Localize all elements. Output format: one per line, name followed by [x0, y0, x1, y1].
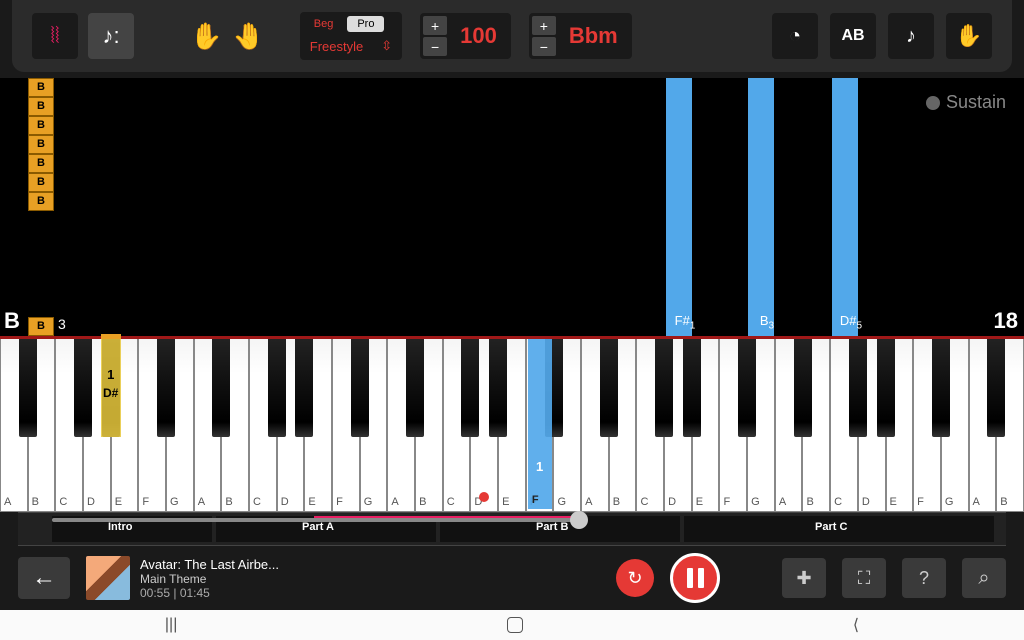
bottom-bar: ← Avatar: The Last Airbe... Main Theme 0… [0, 546, 1024, 610]
bass-note: B [28, 192, 54, 211]
add-button[interactable]: ✚ [782, 558, 826, 598]
falling-note [832, 78, 858, 336]
song-title: Avatar: The Last Airbe... [140, 557, 279, 572]
fullscreen-button[interactable]: ⛶ [842, 558, 886, 598]
pressed-key-blue: 1F [528, 339, 552, 509]
falling-note [666, 78, 692, 336]
sustain-indicator[interactable]: Sustain [926, 92, 1006, 113]
black-key[interactable] [655, 339, 673, 437]
bass-note-stack: BBBBBBBB [28, 78, 54, 336]
pause-button[interactable] [670, 553, 720, 603]
mode-beg[interactable]: Beg [304, 16, 344, 32]
key-minus[interactable]: − [532, 37, 556, 56]
touch-icon[interactable]: ✋ [946, 13, 992, 59]
falling-note [748, 78, 774, 336]
black-key[interactable] [461, 339, 479, 437]
black-key[interactable] [849, 339, 867, 437]
tempo-value: 100 [448, 23, 509, 49]
measure-right: 18 [994, 308, 1018, 334]
black-key[interactable] [489, 339, 507, 437]
nav-recents-icon[interactable]: ||| [165, 616, 177, 634]
falling-note-label: B3 [744, 313, 790, 332]
timeline-section-label: Part B [536, 521, 568, 533]
album-art [86, 556, 130, 600]
nav-home-icon[interactable] [507, 617, 523, 633]
bass-note: B [28, 116, 54, 135]
metronome-icon[interactable]: ◔ [772, 13, 818, 59]
bass-finger-num: 3 [58, 316, 66, 332]
note-style-icon[interactable]: ♪ [888, 13, 934, 59]
help-button[interactable]: ? [902, 558, 946, 598]
timeline-knob[interactable] [570, 511, 588, 529]
key-value: Bbm [557, 23, 630, 49]
bass-note: B [28, 317, 54, 336]
bass-note: B [28, 173, 54, 192]
black-key[interactable] [351, 339, 369, 437]
tempo-plus[interactable]: + [423, 16, 447, 35]
black-key[interactable] [738, 339, 756, 437]
bass-note: B [28, 78, 54, 97]
right-hand-icon[interactable]: ✋ [232, 21, 264, 52]
falling-note-label: D#5 [828, 313, 874, 332]
bass-note: B [28, 97, 54, 116]
measure-left: B [4, 308, 20, 334]
bass-note: B [28, 154, 54, 173]
black-key[interactable] [406, 339, 424, 437]
black-key[interactable] [932, 339, 950, 437]
black-key[interactable] [683, 339, 701, 437]
restart-button[interactable]: ↻ [616, 559, 654, 597]
style-select[interactable]: Freestyle⇳ [304, 36, 398, 56]
song-time: 00:55 | 01:45 [140, 586, 279, 600]
top-toolbar: ⦚⦚ ♪: ✋ ✋ Beg Pro Freestyle⇳ + − 100 + −… [12, 0, 1012, 72]
black-key[interactable] [157, 339, 175, 437]
bass-note: B [28, 135, 54, 154]
black-key[interactable] [987, 339, 1005, 437]
song-subtitle: Main Theme [140, 572, 279, 586]
black-key[interactable] [19, 339, 37, 437]
black-key[interactable] [877, 339, 895, 437]
mode-pro[interactable]: Pro [347, 16, 384, 32]
waveform-mode-icon[interactable]: ⦚⦚ [32, 13, 78, 59]
tempo-spinner[interactable]: + − 100 [420, 13, 511, 59]
black-key[interactable] [295, 339, 313, 437]
keyboard[interactable]: ABCDEFGABCDEFGABCDEFGABCDEFGABCDEFGAB 1D… [0, 336, 1024, 512]
play-mode-select[interactable]: Beg Pro Freestyle⇳ [300, 12, 402, 60]
back-button[interactable]: ← [18, 557, 70, 599]
timeline-section-label: Intro [108, 521, 132, 533]
timeline-progress [52, 518, 579, 522]
pressed-key-yellow: 1D# [101, 339, 121, 437]
black-key[interactable] [794, 339, 812, 437]
nav-back-icon[interactable]: ⟨ [853, 615, 859, 635]
key-plus[interactable]: + [532, 16, 556, 35]
notes-mode-icon[interactable]: ♪: [88, 13, 134, 59]
black-key[interactable] [212, 339, 230, 437]
timeline-section-label: Part C [815, 521, 847, 533]
piano-roll: B 18 Sustain BBBBBBBB 3 F#1B3D#5 [0, 78, 1024, 336]
timeline-section-label: Part A [302, 521, 334, 533]
zoom-out-button[interactable]: ⌕ [962, 558, 1006, 598]
loop-ab-button[interactable]: AB [830, 13, 876, 59]
tempo-minus[interactable]: − [423, 37, 447, 56]
android-nav-bar: ||| ⟨ [0, 610, 1024, 640]
black-key[interactable] [600, 339, 618, 437]
left-hand-icon[interactable]: ✋ [190, 21, 222, 52]
key-spinner[interactable]: + − Bbm [529, 13, 632, 59]
song-timeline[interactable]: Intro Part A Part B Part C [18, 512, 1006, 546]
black-key[interactable] [268, 339, 286, 437]
song-info[interactable]: Avatar: The Last Airbe... Main Theme 00:… [86, 556, 279, 600]
black-key[interactable] [74, 339, 92, 437]
falling-note-label: F#1 [662, 313, 708, 332]
